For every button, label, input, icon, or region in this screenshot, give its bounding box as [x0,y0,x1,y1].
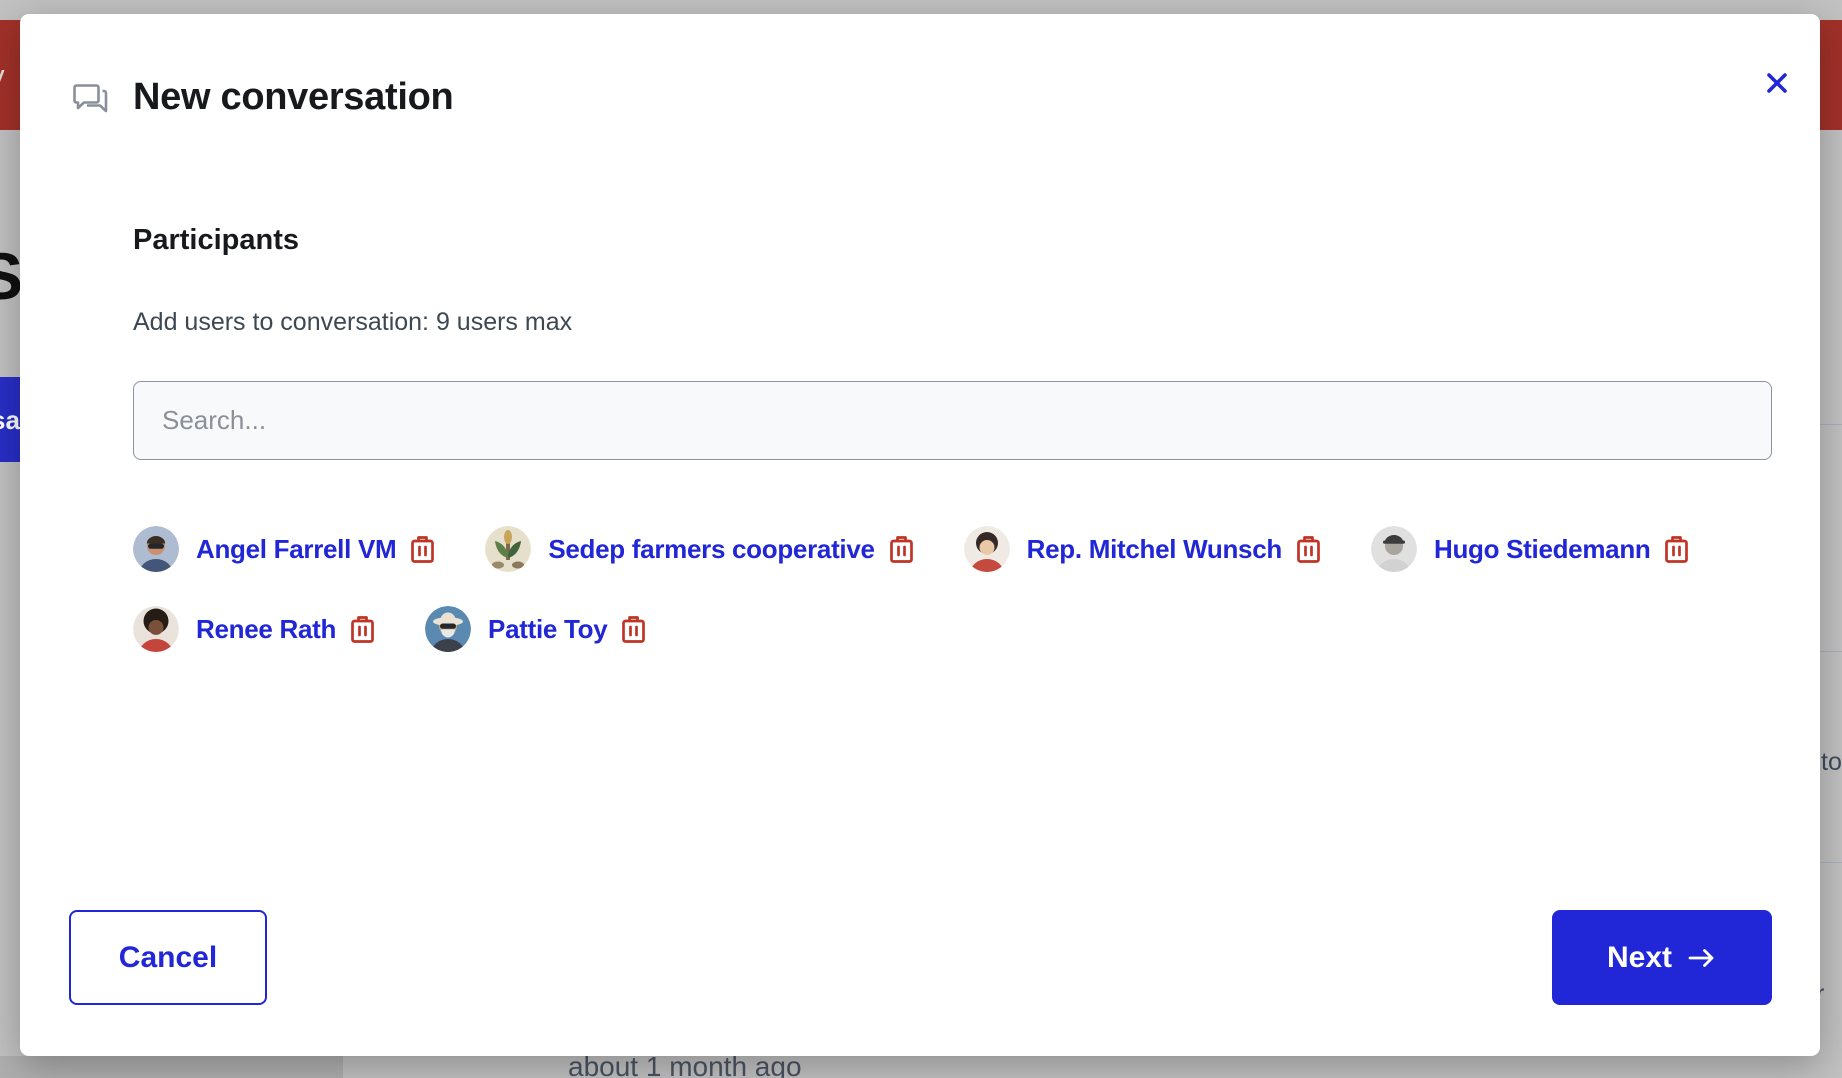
participant-avatar [964,526,1010,572]
cancel-button[interactable]: Cancel [69,910,267,1005]
background-panel-fragment [0,1056,343,1078]
participant-name-link[interactable]: Pattie Toy [488,614,607,645]
participant-item: Hugo Stiedemann [1371,526,1690,572]
arrow-right-icon [1687,946,1717,970]
trash-icon[interactable] [350,615,375,644]
participant-name-link[interactable]: Rep. Mitchel Wunsch [1027,534,1282,565]
participant-avatar [425,606,471,652]
background-table-divider [1820,651,1842,652]
close-icon [1762,68,1792,98]
participants-helper-text: Add users to conversation: 9 users max [133,308,572,337]
new-conversation-modal: New conversation Participants Add users … [20,14,1820,1056]
participants-heading: Participants [133,224,299,257]
participant-avatar [133,526,179,572]
background-table-divider [1820,862,1842,863]
participant-item: Renee Rath [133,606,375,652]
participant-avatar [485,526,531,572]
trash-icon[interactable] [621,615,646,644]
participant-avatar [133,606,179,652]
participant-name-link[interactable]: Sedep farmers cooperative [548,534,874,565]
close-button[interactable] [1754,60,1800,106]
background-text-fragment: to [1821,748,1842,777]
modal-title: New conversation [133,76,453,119]
participant-item: Sedep farmers cooperative [485,526,913,572]
search-input[interactable] [133,381,1772,460]
trash-icon[interactable] [410,535,435,564]
participant-item: Angel Farrell VM [133,526,435,572]
background-table-divider [1820,424,1842,425]
participants-list: Angel Farrell VM Sedep farmers cooperati… [133,526,1813,652]
background-sidebar-item-text: sa [0,405,20,436]
trash-icon[interactable] [889,535,914,564]
participant-name-link[interactable]: Renee Rath [196,614,336,645]
trash-icon[interactable] [1296,535,1321,564]
background-navbar-fragment-right [1820,20,1842,130]
chat-bubbles-icon [70,78,112,120]
next-button[interactable]: Next [1552,910,1772,1005]
trash-icon[interactable] [1664,535,1689,564]
background-navbar-text: nv [0,60,5,93]
next-button-label: Next [1607,941,1672,975]
participant-item: Pattie Toy [425,606,646,652]
participant-name-link[interactable]: Hugo Stiedemann [1434,534,1651,565]
participant-item: Rep. Mitchel Wunsch [964,526,1321,572]
participant-avatar [1371,526,1417,572]
participant-name-link[interactable]: Angel Farrell VM [196,534,396,565]
